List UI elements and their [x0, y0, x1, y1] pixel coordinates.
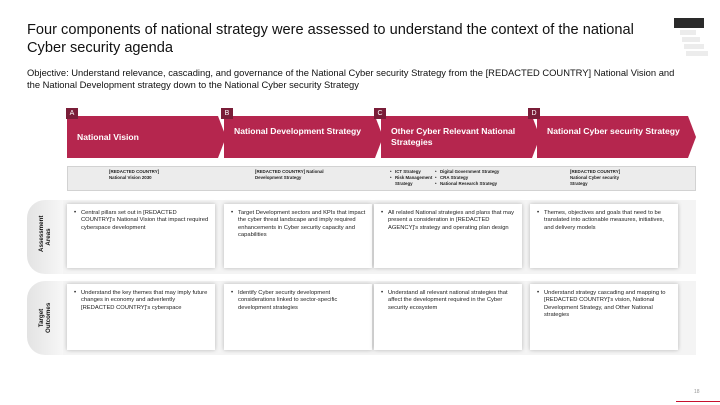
cell-assessment-other-strategies: All related National strategies and plan… — [374, 204, 522, 268]
row-label-text: Assessment Areas — [38, 215, 52, 252]
section-navigator-step — [684, 44, 704, 49]
cell-assessment-cyber-strategy: Themes, objectives and goals that need t… — [530, 204, 678, 268]
cell-assessment-national-vision: Central pillars set out in [REDACTED COU… — [67, 204, 215, 268]
source-doc-national-vision: [REDACTED COUNTRY] National Vision 2030 — [109, 169, 159, 181]
section-navigator-step — [686, 51, 708, 56]
page-title: Four components of national strategy wer… — [27, 22, 634, 56]
header-other-cyber-strategies: Other Cyber Relevant National Strategies — [381, 116, 540, 158]
cell-outcome-development-strategy: Identify Cyber security development cons… — [224, 284, 372, 350]
header-national-cyber-security-strategy: National Cyber security Strategy — [537, 116, 696, 158]
cell-outcome-other-strategies: Understand all relevant national strateg… — [374, 284, 522, 350]
row-label-assessment-areas: Assessment Areas — [27, 200, 63, 274]
row-label-text: Target Outcomes — [38, 302, 52, 333]
source-doc-other-strategies-left: ICT Strategy Risk Management Strategy — [389, 169, 435, 187]
doc-line: Development Strategy — [255, 175, 302, 180]
column-letter-a: A — [66, 108, 78, 119]
header-national-vision: National Vision — [67, 116, 226, 158]
row-label-target-outcomes: Target Outcomes — [27, 281, 63, 355]
footer-accent-line — [676, 401, 720, 402]
column-letter-c: C — [374, 108, 386, 119]
source-doc-cyber-strategy: [REDACTED COUNTRY] National Cyber securi… — [570, 169, 620, 187]
cell-outcome-national-vision: Understand the key themes that may imply… — [67, 284, 215, 350]
section-navigator-active — [674, 18, 704, 28]
cell-assessment-development-strategy: Target Development sectors and KPIs that… — [224, 204, 372, 268]
objective-text: Objective: Understand relevance, cascadi… — [27, 67, 675, 90]
header-national-development-strategy: National Development Strategy — [224, 116, 383, 158]
section-navigator-step — [680, 30, 696, 35]
cell-outcome-cyber-strategy: Understand strategy cascading and mappin… — [530, 284, 678, 350]
doc-bullet: Risk Management Strategy — [390, 175, 435, 187]
section-navigator[interactable] — [674, 18, 708, 56]
doc-line: National Vision 2030 — [109, 175, 152, 180]
page-number: 18 — [694, 389, 700, 395]
source-doc-development-strategy: [REDACTED COUNTRY] National Development … — [255, 169, 324, 181]
column-letter-b: B — [221, 108, 233, 119]
source-doc-other-strategies-right: Digital Government Strategy CRA Strategy… — [434, 169, 499, 187]
doc-bullet: National Research Strategy — [435, 181, 499, 187]
section-navigator-step — [682, 37, 700, 42]
column-letter-d: D — [528, 108, 540, 119]
doc-line: Strategy — [570, 181, 588, 186]
